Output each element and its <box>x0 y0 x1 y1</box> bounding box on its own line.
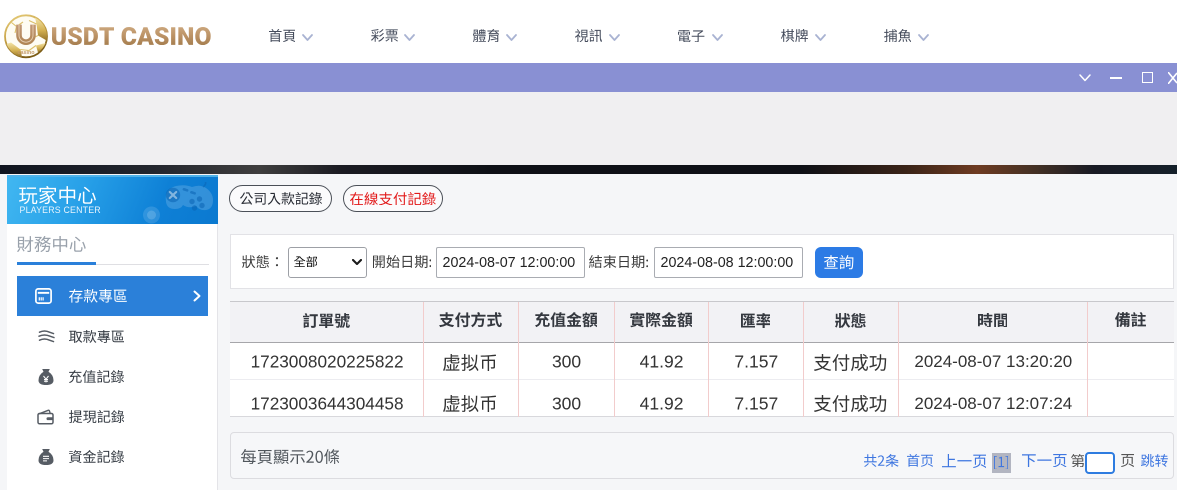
svg-text:casino: casino <box>17 50 35 56</box>
